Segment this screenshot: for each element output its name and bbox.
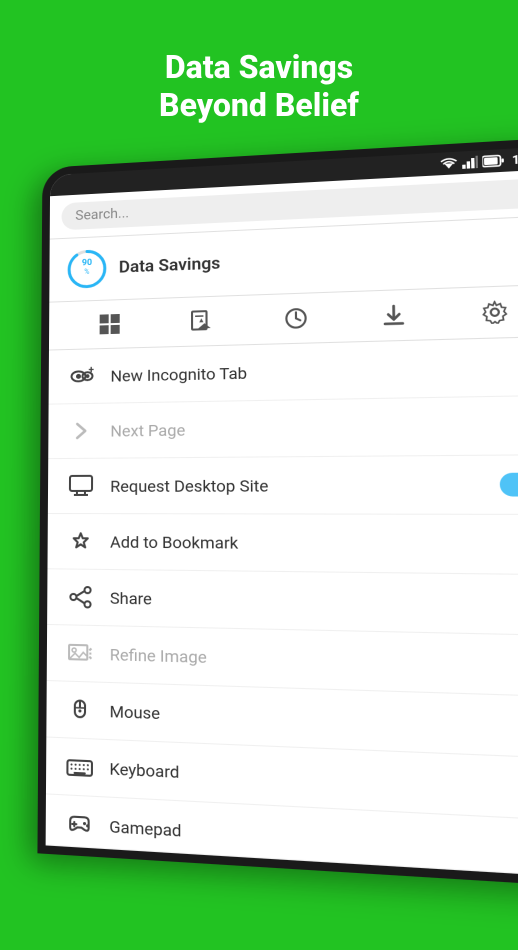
savings-label: Data Savings [119, 254, 221, 278]
menu-item-request-desktop-site[interactable]: Request Desktop Site [48, 455, 518, 515]
menu-list: + New Incognito Tab Next Page [46, 337, 518, 878]
svg-text:+: + [88, 365, 94, 376]
phone-wrapper: 12:30 Search... 90 % [40, 160, 518, 950]
menu-label-refine-image: Refine Image [110, 644, 518, 676]
time-display: 12:30 [512, 151, 518, 168]
savings-circle: 90 % [65, 247, 109, 292]
incognito-icon: + [68, 363, 94, 389]
settings-svg [482, 300, 508, 324]
toolbar-bookmarks-icon[interactable] [187, 307, 216, 336]
chevron-right-icon [68, 418, 94, 444]
toolbar-history-icon[interactable] [281, 304, 311, 333]
address-bar-text: Search... [75, 206, 129, 224]
toolbar-download-icon[interactable] [378, 300, 409, 330]
battery-icon [482, 154, 505, 168]
menu-label-keyboard: Keyboard [109, 758, 518, 799]
download-svg [381, 304, 406, 328]
menu-label-next-page: Next Page [110, 415, 518, 440]
toolbar-settings-icon[interactable] [479, 297, 512, 327]
desktop-site-toggle[interactable] [500, 473, 518, 497]
status-icons [440, 154, 505, 170]
header-section: Data SavingsBeyond Belief [0, 0, 518, 155]
phone-outer: 12:30 Search... 90 % [37, 137, 518, 887]
menu-label-gamepad: Gamepad [109, 816, 518, 862]
bookmarks-svg [190, 310, 213, 333]
toolbar-grid-icon[interactable] [96, 310, 124, 339]
menu-item-add-to-bookmark[interactable]: Add to Bookmark [47, 514, 518, 575]
history-svg [284, 307, 308, 330]
menu-label-new-incognito-tab: New Incognito Tab [110, 356, 518, 385]
svg-text:90: 90 [82, 258, 92, 268]
svg-text:%: % [84, 268, 89, 276]
menu-label-share: Share [110, 588, 518, 615]
menu-label-mouse: Mouse [110, 701, 518, 737]
menu-item-next-page[interactable]: Next Page [48, 396, 518, 459]
menu-label-request-desktop-site: Request Desktop Site [110, 475, 481, 496]
mouse-icon [67, 696, 94, 724]
bookmark-star-icon [68, 528, 94, 554]
grid-svg [99, 313, 121, 335]
signal-icon [462, 156, 478, 169]
savings-circle-svg: 90 % [65, 247, 109, 292]
header-title: Data SavingsBeyond Belief [40, 48, 478, 125]
refine-image-icon [67, 640, 93, 667]
keyboard-icon [66, 753, 93, 781]
wifi-icon [440, 157, 458, 170]
phone-screen: 12:30 Search... 90 % [46, 146, 518, 878]
desktop-icon [68, 473, 94, 499]
menu-label-add-to-bookmark: Add to Bookmark [110, 532, 518, 555]
gamepad-icon [66, 810, 93, 839]
share-icon [67, 584, 93, 611]
